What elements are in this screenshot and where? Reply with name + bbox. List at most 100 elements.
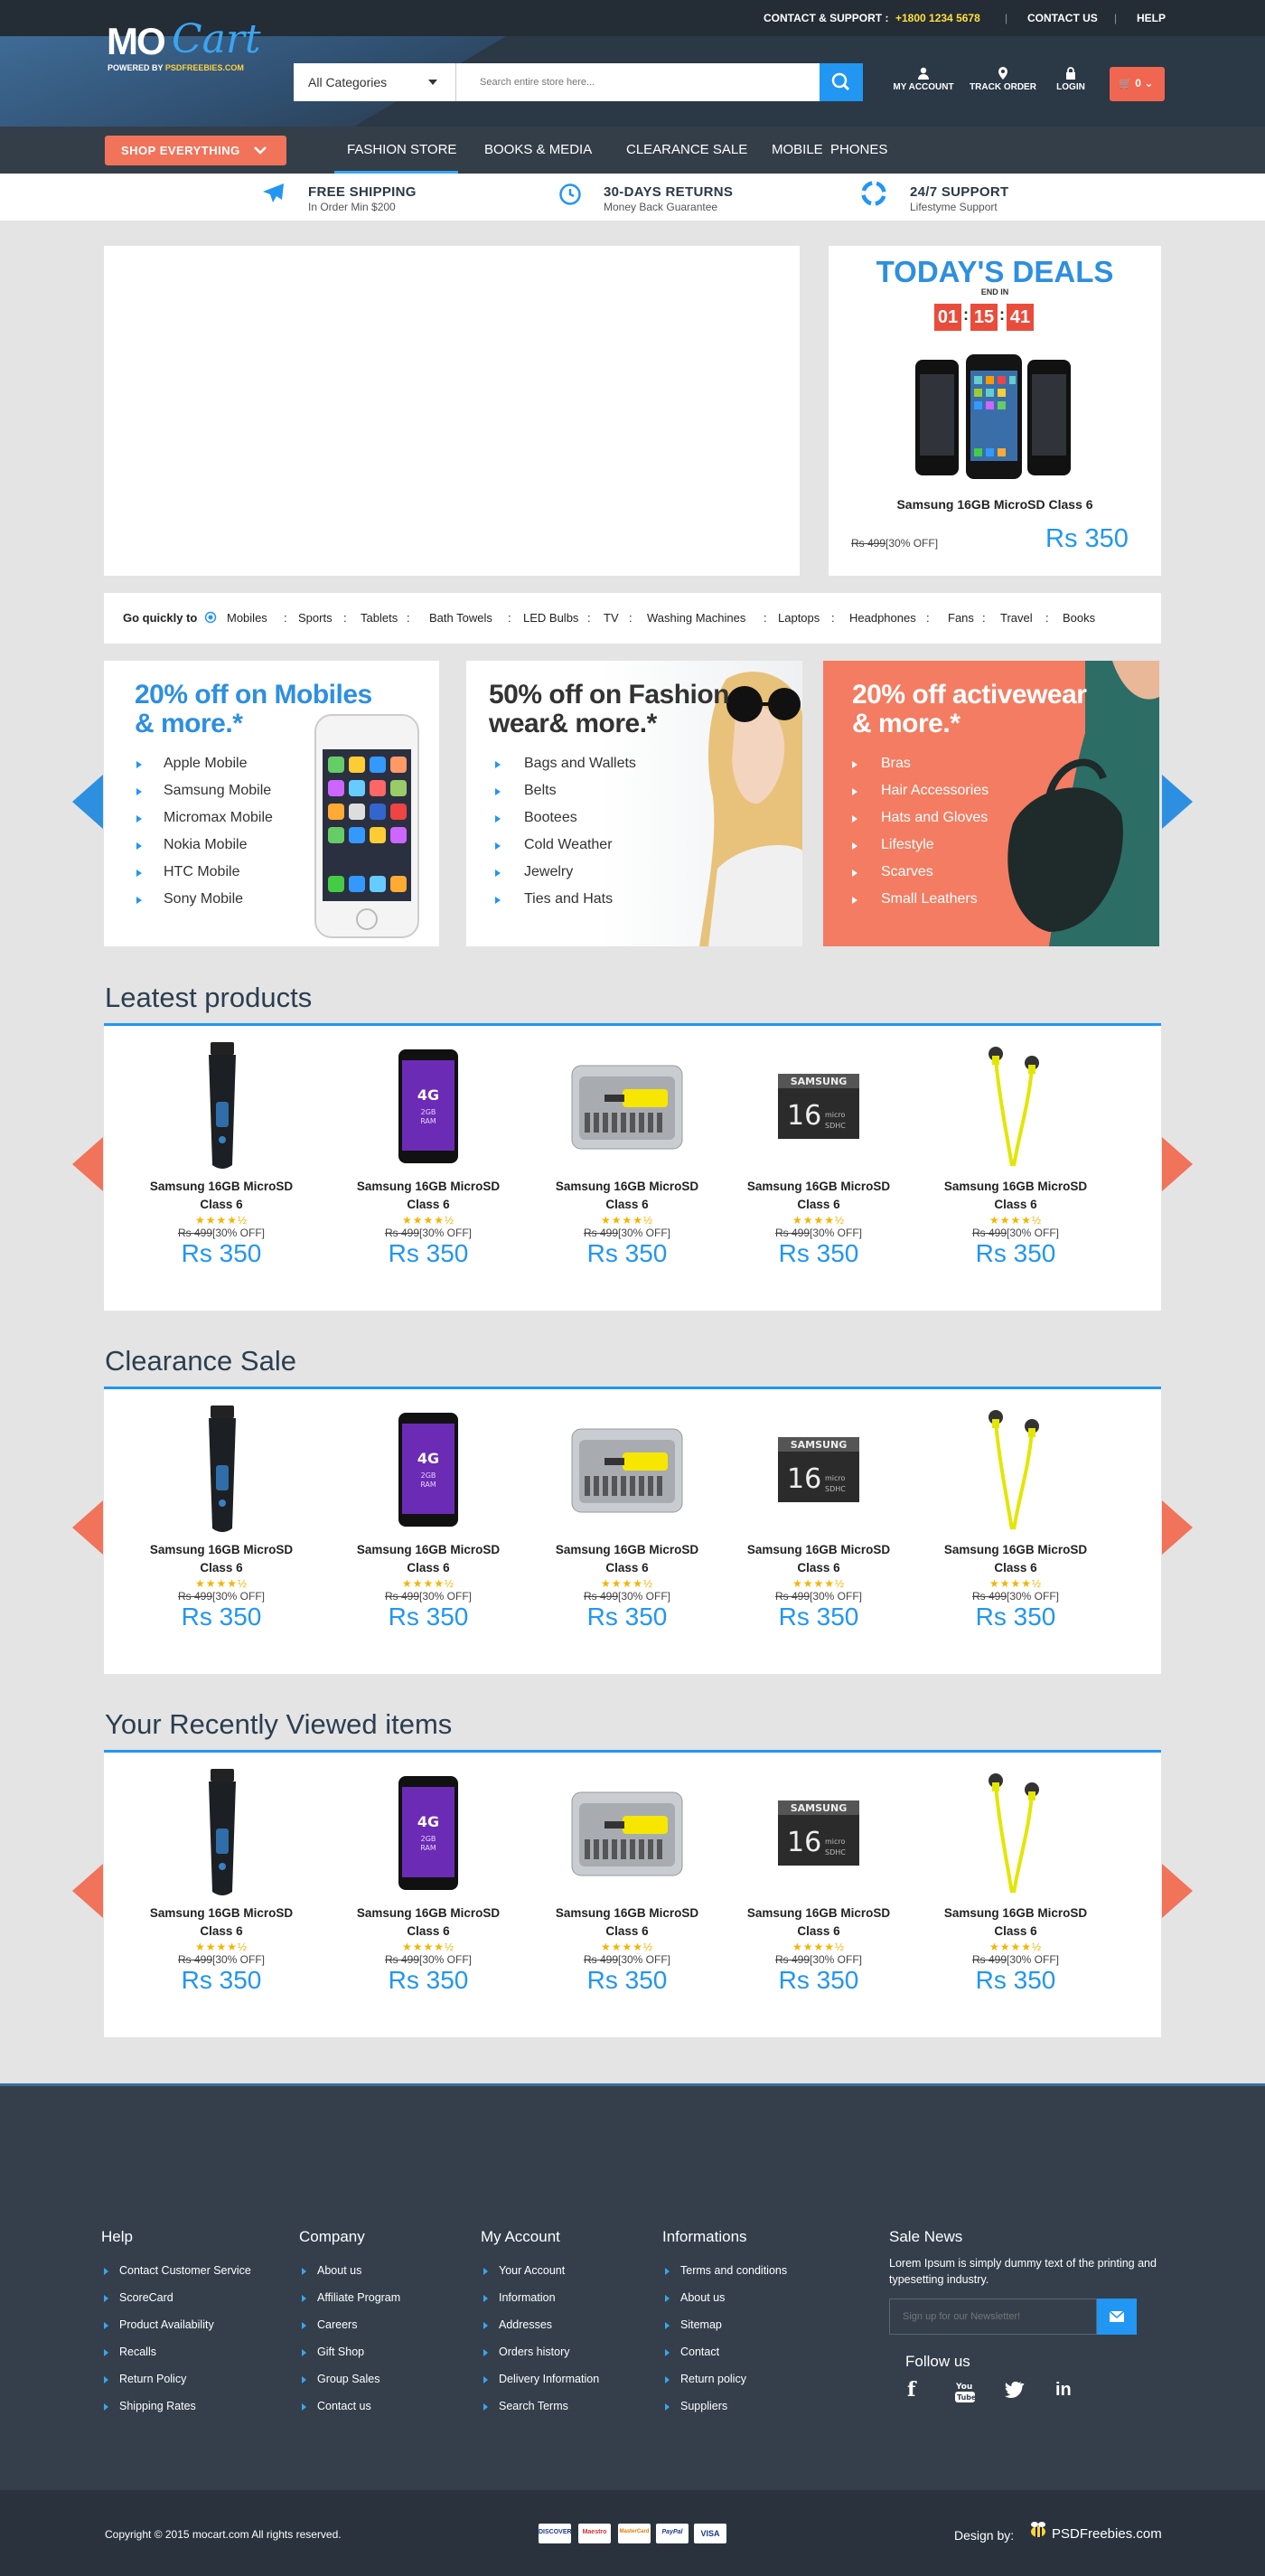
product-image-trimmer[interactable] xyxy=(131,1039,312,1174)
product-name[interactable]: Samsung 16GB MicroSD Class 6 xyxy=(728,1178,909,1214)
footer-link[interactable]: Delivery Information xyxy=(481,2373,599,2400)
promo-link[interactable]: Ties and Hats xyxy=(524,891,613,907)
quick-link[interactable]: Books xyxy=(1063,611,1095,625)
promo-link[interactable]: Belts xyxy=(524,783,557,799)
product-card[interactable]: SAMSUNG 16 micro SDHC Samsung 16GB MicroSD C… xyxy=(728,1039,909,1268)
footer-link[interactable]: Sitemap xyxy=(662,2318,787,2346)
logo[interactable]: MO Cart POWERED BY PSDFREEBIES.COM xyxy=(107,16,265,74)
product-name[interactable]: Samsung 16GB MicroSD Class 6 xyxy=(925,1904,1106,1941)
promo-link[interactable]: Bootees xyxy=(524,810,577,826)
shop-everything-button[interactable]: SHOP EVERYTHING xyxy=(105,136,286,165)
product-name[interactable]: Samsung 16GB MicroSD Class 6 xyxy=(925,1178,1106,1214)
search-button[interactable] xyxy=(820,63,863,101)
footer-link[interactable]: Terms and conditions xyxy=(662,2264,787,2291)
promo-link[interactable]: HTC Mobile xyxy=(164,864,239,880)
product-image-earphones[interactable] xyxy=(925,1765,1106,1901)
newsletter-submit-button[interactable] xyxy=(1097,2299,1137,2335)
footer-link[interactable]: Affiliate Program xyxy=(299,2291,400,2318)
product-image-phone[interactable]: 4G 2GB RAM xyxy=(338,1039,519,1174)
promo-activewear[interactable]: 20% off activewear & more.* Bras Hair Acc… xyxy=(823,661,1159,946)
footer-link[interactable]: Return Policy xyxy=(101,2373,251,2400)
product-card[interactable]: SAMSUNG 16 micro SDHC Samsung 16GB MicroSD C… xyxy=(728,1402,909,1631)
product-card[interactable]: 4G 2GB RAM Samsung 16GB MicroSD Class 6 ★★★… xyxy=(338,1039,519,1268)
product-card[interactable]: 4G 2GB RAM Samsung 16GB MicroSD Class 6 ★★★… xyxy=(338,1402,519,1631)
promo-link[interactable]: Hats and Gloves xyxy=(881,810,988,826)
footer-link[interactable]: Shipping Rates xyxy=(101,2400,251,2427)
promo-link[interactable]: Sony Mobile xyxy=(164,891,243,907)
footer-link[interactable]: Your Account xyxy=(481,2264,599,2291)
linkedin-icon[interactable]: in xyxy=(1055,2380,1072,2401)
promo-link[interactable]: Apple Mobile xyxy=(164,756,248,772)
promo-link[interactable]: Scarves xyxy=(881,864,933,880)
product-card[interactable]: Samsung 16GB MicroSD Class 6 ★★★★½ Rs 499… xyxy=(131,1402,312,1631)
product-name[interactable]: Samsung 16GB MicroSD Class 6 xyxy=(537,1178,717,1214)
quick-link[interactable]: Fans xyxy=(948,611,974,625)
quick-link[interactable]: TV xyxy=(604,611,619,625)
phone-number[interactable]: +1800 1234 5678 xyxy=(895,12,980,24)
quick-link[interactable]: Laptops xyxy=(778,611,820,625)
product-image-toolkit[interactable] xyxy=(537,1765,717,1901)
product-card[interactable]: SAMSUNG 16 micro SDHC Samsung 16GB MicroSD C… xyxy=(728,1765,909,1995)
youtube-icon[interactable]: YouTube xyxy=(954,2380,976,2403)
product-card[interactable]: Samsung 16GB MicroSD Class 6 ★★★★½ Rs 499… xyxy=(925,1039,1106,1268)
product-name[interactable]: Samsung 16GB MicroSD Class 6 xyxy=(537,1904,717,1941)
product-name[interactable]: Samsung 16GB MicroSD Class 6 xyxy=(338,1541,519,1577)
promo-link[interactable]: Nokia Mobile xyxy=(164,837,247,853)
nav-fashion-store[interactable]: FASHION STORE xyxy=(347,142,456,157)
promo-link[interactable]: Bras xyxy=(881,756,911,772)
help-link[interactable]: HELP xyxy=(1137,12,1166,24)
deal-product-name[interactable]: Samsung 16GB MicroSD Class 6 xyxy=(829,497,1161,512)
nav-books-media[interactable]: BOOKS & MEDIA xyxy=(484,142,592,157)
promo-link[interactable]: Jewelry xyxy=(524,864,573,880)
product-card[interactable]: Samsung 16GB MicroSD Class 6 ★★★★½ Rs 499… xyxy=(537,1402,717,1631)
footer-link[interactable]: Contact Customer Service xyxy=(101,2264,251,2291)
product-card[interactable]: Samsung 16GB MicroSD Class 6 ★★★★½ Rs 499… xyxy=(925,1402,1106,1631)
product-name[interactable]: Samsung 16GB MicroSD Class 6 xyxy=(728,1541,909,1577)
deal-product-image[interactable] xyxy=(912,354,1074,481)
product-name[interactable]: Samsung 16GB MicroSD Class 6 xyxy=(537,1541,717,1577)
product-image-trimmer[interactable] xyxy=(131,1765,312,1901)
carousel-prev-arrow[interactable] xyxy=(72,1137,103,1191)
footer-link[interactable]: Return policy xyxy=(662,2373,787,2400)
footer-link[interactable]: Contact xyxy=(662,2346,787,2373)
product-name[interactable]: Samsung 16GB MicroSD Class 6 xyxy=(728,1904,909,1941)
product-image-sdcard[interactable]: SAMSUNG 16 micro SDHC xyxy=(728,1039,909,1174)
quick-link[interactable]: Travel xyxy=(1000,611,1033,625)
footer-link[interactable]: Group Sales xyxy=(299,2373,400,2400)
product-name[interactable]: Samsung 16GB MicroSD Class 6 xyxy=(131,1904,312,1941)
nav-mobile-phones[interactable]: MOBILE PHONES xyxy=(772,142,887,157)
promo-link[interactable]: Micromax Mobile xyxy=(164,810,273,826)
promo-prev-arrow[interactable] xyxy=(72,775,103,829)
quick-link[interactable]: LED Bulbs xyxy=(523,611,578,625)
promo-link[interactable]: Bags and Wallets xyxy=(524,756,636,772)
nav-clearance-sale[interactable]: CLEARANCE SALE xyxy=(626,142,747,157)
hero-banner[interactable] xyxy=(104,246,800,576)
footer-link[interactable]: Recalls xyxy=(101,2346,251,2373)
quick-link[interactable]: Headphones xyxy=(849,611,916,625)
product-card[interactable]: Samsung 16GB MicroSD Class 6 ★★★★½ Rs 499… xyxy=(537,1765,717,1995)
footer-link[interactable]: ScoreCard xyxy=(101,2291,251,2318)
product-name[interactable]: Samsung 16GB MicroSD Class 6 xyxy=(925,1541,1106,1577)
promo-mobiles[interactable]: 20% off on Mobiles & more.* Apple Mobile … xyxy=(104,661,439,946)
cart-button[interactable]: 🛒 0 ⌄ xyxy=(1110,67,1165,101)
carousel-next-arrow[interactable] xyxy=(1162,1137,1193,1191)
contact-us-link[interactable]: CONTACT US xyxy=(1027,12,1098,24)
quick-link[interactable]: Mobiles xyxy=(227,611,267,625)
product-image-trimmer[interactable] xyxy=(131,1402,312,1537)
promo-link[interactable]: Samsung Mobile xyxy=(164,783,271,799)
product-image-toolkit[interactable] xyxy=(537,1039,717,1174)
product-image-toolkit[interactable] xyxy=(537,1402,717,1537)
promo-link[interactable]: Lifestyle xyxy=(881,837,934,853)
footer-link[interactable]: Addresses xyxy=(481,2318,599,2346)
carousel-next-arrow[interactable] xyxy=(1162,1500,1193,1555)
promo-fashion[interactable]: 50% off on Fashion wear& more.* Bags and … xyxy=(466,661,802,946)
promo-link[interactable]: Small Leathers xyxy=(881,891,978,907)
footer-link[interactable]: About us xyxy=(662,2291,787,2318)
quick-link[interactable]: Bath Towels xyxy=(429,611,492,625)
footer-link[interactable]: Gift Shop xyxy=(299,2346,400,2373)
footer-link[interactable]: Orders history xyxy=(481,2346,599,2373)
product-image-sdcard[interactable]: SAMSUNG 16 micro SDHC xyxy=(728,1765,909,1901)
product-image-earphones[interactable] xyxy=(925,1039,1106,1174)
newsletter-input[interactable] xyxy=(889,2299,1097,2335)
footer-link[interactable]: Information xyxy=(481,2291,599,2318)
